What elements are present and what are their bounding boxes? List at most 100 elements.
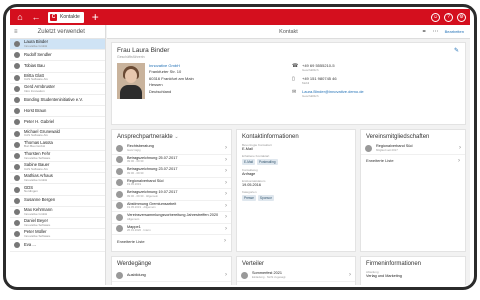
list-item[interactable]: Mathias Arhaus Innovative GmbH [10, 173, 105, 185]
link-icon[interactable]: ⚭ [422, 28, 427, 35]
list-item[interactable]: Peter H. Gabriel [10, 117, 105, 129]
list-item[interactable]: Thomas Lasota Buri Bau GmbH [10, 140, 105, 151]
chevron-right-icon: › [225, 272, 227, 279]
list-item-name: Susanne Bergen [24, 197, 56, 203]
app-logo: C [50, 13, 57, 21]
list-item-company: Intro Innovation [24, 88, 45, 93]
settings-icon[interactable]: ⚙ [457, 12, 466, 22]
person-icon [14, 85, 20, 92]
item-icon [116, 271, 123, 279]
mobile-row[interactable]: ▯ +49 151 980745 46 Mobil [292, 76, 364, 85]
chevron-right-icon: › [225, 168, 227, 175]
list-item[interactable]: Tobias Bau [10, 61, 105, 73]
plus-icon[interactable]: + [92, 11, 99, 23]
tablet-frame: ⌂ ← C Kontakte + ☺ ? ⚙ ≡ Zuletzt verwend… [3, 4, 477, 290]
item-icon [116, 167, 123, 175]
career-title: Werdegänge [117, 261, 152, 267]
phone-mobile-label: Mobil [302, 81, 310, 85]
item-icon [116, 179, 123, 187]
back-arrow-icon[interactable]: ← [30, 11, 42, 23]
edit-icon[interactable]: ✎ [454, 47, 459, 54]
list-item[interactable]: Max Kehrmann Innovative GmbH [10, 207, 105, 218]
contactinfo-title: Kontaktinformationen [242, 134, 299, 140]
membership-row[interactable]: Regionalverband Süd Mitglied seit 2017 › [361, 143, 465, 155]
edit-button[interactable]: Bearbeiten [445, 29, 464, 34]
item-icon [241, 271, 248, 279]
item-subtitle: 19.05.2019 [127, 182, 141, 187]
email-label: Geschäftlich [302, 94, 319, 98]
list-item[interactable]: GDS Nordingen [10, 184, 105, 196]
item-subtitle: 09:00 - 09:30 [127, 170, 144, 175]
chevron-right-icon: › [225, 179, 227, 186]
company-info-panel: Firmeninformationen Abteilung Verlag und… [360, 256, 466, 285]
tab-label: Kontakte [60, 14, 80, 20]
list-item[interactable]: Peter Müller Innovative Software [10, 229, 105, 241]
chevron-right-icon: › [225, 202, 227, 209]
help-icon[interactable]: ? [444, 12, 453, 22]
category-chip: Sponsor [257, 195, 274, 201]
partners-more[interactable]: Erweiterte Liste › [112, 235, 231, 247]
activity-row[interactable]: Betragszeichnung 23.07.2017 09:00 - 09:30… [112, 166, 231, 178]
recent-list: Laura Binder Innovative GmbH Rudolf Sendle… [10, 39, 105, 252]
list-item[interactable]: Sabine Bauer CAS Software AG [10, 162, 105, 174]
email-row[interactable]: ✉ Laura.Binder@innovative.demo.de Geschä… [292, 89, 364, 98]
list-item-company: CAS Software AG [24, 77, 48, 82]
person-icon [14, 186, 20, 193]
top-bar-actions: ☺ ? ⚙ [427, 12, 466, 22]
more-icon[interactable]: ⋯ [433, 28, 439, 35]
person-icon [14, 108, 20, 115]
activity-row[interactable]: Vereinsversammlungsvorbereitung Jahrestr… [112, 212, 231, 224]
item-icon [116, 213, 123, 221]
tab-kontakte[interactable]: C Kontakte [48, 11, 84, 23]
activity-row[interactable]: Regionalverband Süd 19.05.2019 › [112, 178, 231, 189]
list-item-company: CAS Software AG [24, 133, 48, 138]
list-item[interactable]: Britta Glatt CAS Software AG [10, 73, 105, 84]
chevron-right-icon: › [225, 214, 227, 221]
item-icon [116, 225, 123, 233]
chevron-right-icon: › [459, 145, 461, 152]
list-item-name: Tobias Bau [24, 63, 45, 69]
list-item[interactable]: Laura Binder Innovative GmbH [10, 39, 105, 51]
user-icon[interactable]: ☺ [431, 12, 440, 22]
phone-row[interactable]: ☎ +49 69 5555210-5 Geschäftlich [292, 63, 364, 72]
list-item[interactable]: Thorsten Fehr Innovative Software [10, 151, 105, 163]
home-icon[interactable]: ⌂ [14, 11, 26, 23]
activity-row[interactable]: Mappe1 26.01.2020 · Intern › [112, 224, 231, 235]
field-received: Erhaltene Kontaktart E-Mail Postmailing [237, 154, 355, 165]
distribution-row[interactable]: Sommerfest 2021 Einladung · Nicht zugesag… [237, 270, 355, 282]
list-item[interactable]: Gerd Armbruster Intro Innovation [10, 84, 105, 95]
list-item-name: Bonding Studenteninitiative e.V. [24, 96, 83, 102]
field-channel: Kontaktweg Anfrage [242, 168, 258, 176]
category-chip: Presse [242, 195, 256, 201]
career-row[interactable]: Ausbildung › [112, 270, 231, 282]
membership-more[interactable]: Erweiterte Liste › [361, 155, 465, 167]
activity-row[interactable]: Betragszeichnung 19.07.2017 09:00 - 09:30… [112, 189, 231, 201]
person-icon [14, 152, 20, 159]
item-icon [116, 190, 123, 198]
person-icon [14, 141, 20, 148]
contact-name: Frau Laura Binder [117, 47, 170, 54]
person-icon [14, 197, 20, 204]
list-item-name: Eva ... [24, 242, 36, 248]
partners-list: Rechtsberatung Ganz tägig › Betragszeichnun… [112, 143, 231, 235]
list-item-company: Innovative Software [24, 222, 51, 227]
list-item[interactable]: Daniel Beyer Innovative Software [10, 218, 105, 230]
chevron-right-icon: › [225, 145, 227, 152]
sidebar-title: Zuletzt verwendet [37, 28, 85, 35]
category-chip: E-Mail [242, 159, 256, 165]
career-list: Ausbildung › [112, 270, 231, 282]
list-item[interactable]: Rudolf Sendler [10, 50, 105, 62]
list-item[interactable]: Michael Grunewald CAS Software AG [10, 129, 105, 140]
page-title: Kontakt [279, 28, 298, 35]
field-preferred: Bevorzugte Kontaktart E-Mail [242, 143, 272, 151]
partners-title[interactable]: Ansprechpartnerakte ⌄ [112, 130, 231, 143]
activity-row[interactable]: Abstimmung Gremiumsarbeit 19.05.2019 · Al… [112, 201, 231, 212]
category-chip: Postmailing [257, 159, 278, 165]
list-item[interactable]: Eva ... [10, 240, 105, 252]
list-item[interactable]: Horst Braun [10, 106, 105, 118]
list-item[interactable]: Susanne Bergen [10, 196, 105, 207]
list-item[interactable]: Bonding Studenteninitiative e.V. [10, 95, 105, 107]
activity-row[interactable]: Betragszeichnung 25.07.2017 09:00 - 09:30… [112, 155, 231, 166]
activity-row[interactable]: Rechtsberatung Ganz tägig › [112, 143, 231, 155]
item-title: Ausbildung [127, 273, 146, 278]
